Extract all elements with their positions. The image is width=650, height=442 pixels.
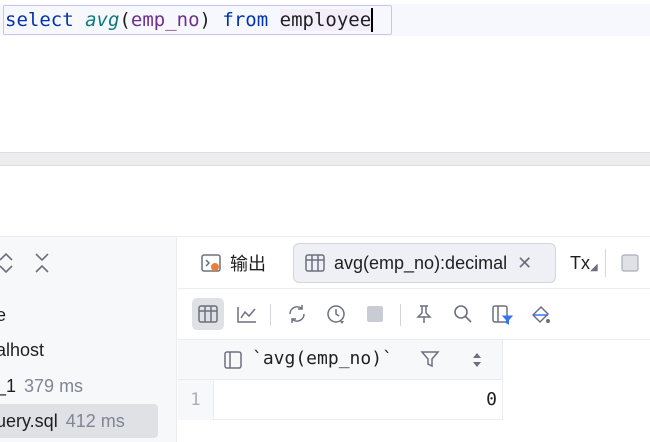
dropdown-corner-icon: ◢: [590, 262, 598, 273]
results-toolbar: [178, 290, 650, 340]
function-avg: avg: [85, 9, 120, 31]
toolbar-separator: [270, 304, 271, 326]
results-pane: 输出 avg(emp_no):decimal ✕ Tx ◢ `avg(emp_n…: [178, 237, 650, 442]
tab-separator: [605, 249, 606, 277]
clear-icon[interactable]: [525, 298, 557, 330]
tree-item-label: e: [0, 305, 6, 325]
services-tree: e alhost _1 379 ms uery.sql 412 ms: [0, 237, 177, 442]
panel-splitter[interactable]: [0, 152, 650, 166]
refresh-icon[interactable]: [281, 298, 313, 330]
table-cell[interactable]: 0: [215, 380, 497, 420]
sql-statement[interactable]: select avg(emp_no) from employee: [5, 8, 374, 32]
collapse-icon[interactable]: [30, 251, 54, 275]
toolbar-separator: [400, 304, 401, 326]
tree-item-label: _1: [0, 376, 17, 396]
stop-icon[interactable]: [359, 298, 391, 330]
close-paren: ): [199, 9, 211, 31]
results-tabs: 输出 avg(emp_no):decimal ✕ Tx ◢: [178, 237, 650, 289]
table-employee: employee: [279, 9, 372, 31]
tree-item-time: 412 ms: [65, 411, 125, 431]
tab-output[interactable]: 输出: [200, 243, 266, 283]
sql-editor[interactable]: select avg(emp_no) from employee: [0, 0, 650, 152]
chart-icon[interactable]: [231, 298, 263, 330]
tree-item-localhost[interactable]: alhost: [0, 333, 154, 367]
tree-item-query-sql[interactable]: uery.sql 412 ms: [0, 404, 158, 438]
grid-header: `avg(emp_no)`: [178, 340, 503, 380]
tab-label: avg(emp_no):decimal: [334, 252, 508, 273]
table-icon: [304, 252, 326, 274]
text-caret: [371, 8, 374, 32]
console-output-icon: [200, 252, 222, 274]
tree-item-root[interactable]: e: [0, 298, 154, 332]
tab-result-avg[interactable]: avg(emp_no):decimal ✕: [293, 243, 556, 283]
filter-icon[interactable]: [420, 349, 440, 369]
tree-item-session[interactable]: _1 379 ms: [0, 369, 154, 403]
close-icon[interactable]: ✕: [517, 253, 532, 274]
pin-icon[interactable]: [408, 298, 440, 330]
tab-label: 输出: [230, 254, 266, 274]
tab-label: Tx: [570, 252, 590, 273]
table-row[interactable]: 1 0: [178, 380, 503, 420]
filter-columns-icon[interactable]: [486, 298, 518, 330]
open-paren: (: [119, 9, 131, 31]
keyword-from: from: [222, 9, 269, 31]
search-icon[interactable]: [447, 298, 479, 330]
column-header-avg-emp-no[interactable]: `avg(emp_no)`: [252, 348, 393, 369]
clock-icon[interactable]: [320, 298, 352, 330]
chevron-up-down-icon[interactable]: [0, 251, 18, 275]
sort-icon[interactable]: [470, 350, 484, 370]
stop-icon[interactable]: [614, 247, 646, 279]
column-emp-no: emp_no: [130, 9, 200, 31]
row-number: 1: [178, 380, 214, 420]
tree-item-label: alhost: [0, 340, 45, 360]
result-grid: `avg(emp_no)` 1 0: [178, 340, 650, 442]
tab-transaction[interactable]: Tx ◢: [570, 243, 598, 283]
keyword-select: select: [5, 9, 74, 31]
table-view-icon[interactable]: [192, 298, 224, 330]
tree-item-label: uery.sql: [0, 411, 58, 431]
tree-item-time: 379 ms: [24, 376, 84, 396]
column-icon: [223, 350, 243, 370]
